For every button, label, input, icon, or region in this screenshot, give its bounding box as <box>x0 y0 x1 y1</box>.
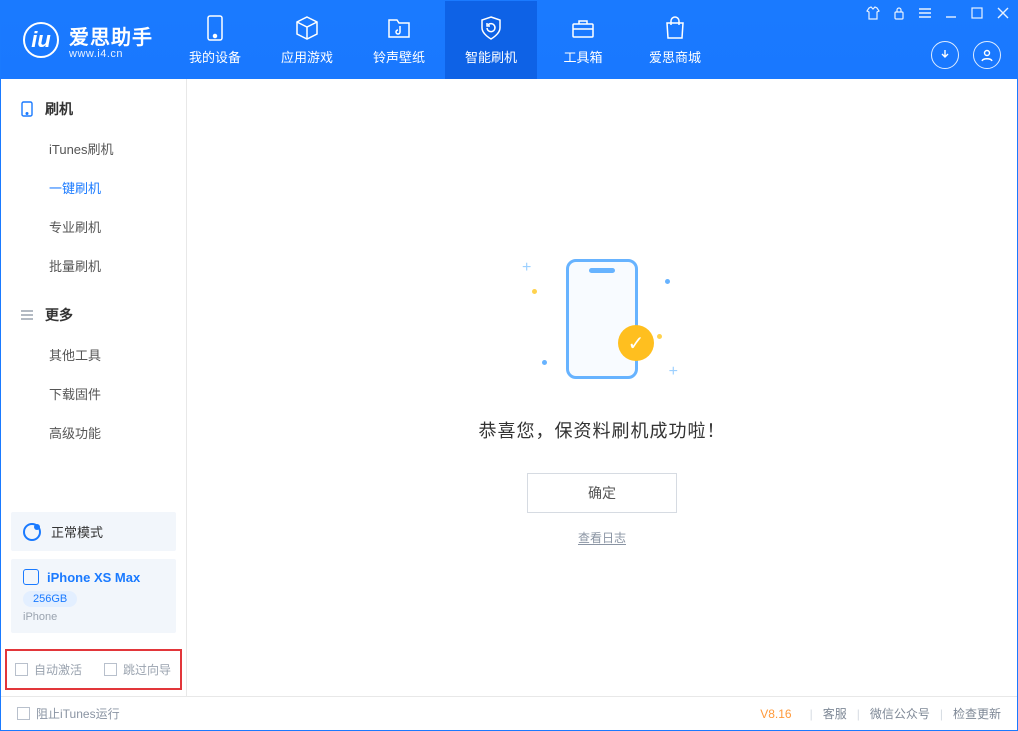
minimize-icon[interactable] <box>943 5 959 21</box>
check-icon: ✓ <box>618 325 654 361</box>
bag-icon <box>662 15 688 41</box>
app-logo: iu 爱思助手 www.i4.cn <box>1 21 169 60</box>
lock-icon[interactable] <box>891 5 907 21</box>
sidebar-group-more: 更多 <box>1 299 186 335</box>
main-content: ++ ✓ 恭喜您，保资料刷机成功啦！ 确定 查看日志 <box>187 79 1017 696</box>
nav-label: 应用游戏 <box>281 47 333 66</box>
view-log-link[interactable]: 查看日志 <box>578 529 626 546</box>
device-icon <box>202 15 228 41</box>
shield-refresh-icon <box>478 15 504 41</box>
auto-activate-checkbox[interactable]: 自动激活 <box>15 661 82 678</box>
sidebar-list-more: 其他工具 下载固件 高级功能 <box>1 335 186 452</box>
checkbox-label: 阻止iTunes运行 <box>36 705 120 722</box>
nav-flash[interactable]: 智能刷机 <box>445 1 537 79</box>
body: 刷机 iTunes刷机 一键刷机 专业刷机 批量刷机 更多 其他工具 下载固件 … <box>1 79 1017 696</box>
confirm-button[interactable]: 确定 <box>527 473 677 513</box>
header: iu 爱思助手 www.i4.cn 我的设备 应用游戏 铃声壁纸 智能刷机 <box>1 1 1017 79</box>
app-subtitle: www.i4.cn <box>69 48 153 60</box>
sidebar-bottom: 正常模式 iPhone XS Max 256GB iPhone <box>1 506 186 647</box>
nav-label: 我的设备 <box>189 47 241 66</box>
logo-icon: iu <box>23 22 59 58</box>
footer-link-support[interactable]: 客服 <box>823 705 847 722</box>
sidebar-item-batch-flash[interactable]: 批量刷机 <box>1 246 186 285</box>
checkbox-label: 自动激活 <box>34 661 82 678</box>
download-button[interactable] <box>931 41 959 69</box>
options-highlight: 自动激活 跳过向导 <box>5 649 182 690</box>
sidebar-group-title: 刷机 <box>45 99 73 119</box>
shirt-icon[interactable] <box>865 5 881 21</box>
phone-icon <box>19 101 35 117</box>
nav-toolbox[interactable]: 工具箱 <box>537 1 629 79</box>
window-controls <box>865 5 1011 21</box>
checkbox-icon <box>104 663 117 676</box>
nav-label: 铃声壁纸 <box>373 47 425 66</box>
nav-label: 爱思商城 <box>649 47 701 66</box>
nav-label: 工具箱 <box>563 47 602 66</box>
cube-icon <box>294 15 320 41</box>
sidebar-group-title: 更多 <box>45 305 73 325</box>
maximize-icon[interactable] <box>969 5 985 21</box>
mode-label: 正常模式 <box>51 522 103 541</box>
sidebar-item-oneclick-flash[interactable]: 一键刷机 <box>1 168 186 207</box>
sidebar-item-download-firmware[interactable]: 下载固件 <box>1 374 186 413</box>
footer: 阻止iTunes运行 V8.16 | 客服 | 微信公众号 | 检查更新 <box>1 696 1017 730</box>
app-title: 爱思助手 <box>69 21 153 50</box>
checkbox-icon <box>17 707 30 720</box>
mode-card[interactable]: 正常模式 <box>11 512 176 551</box>
sidebar-item-other-tools[interactable]: 其他工具 <box>1 335 186 374</box>
sidebar-item-advanced[interactable]: 高级功能 <box>1 413 186 452</box>
user-button[interactable] <box>973 41 1001 69</box>
toolbox-icon <box>570 15 596 41</box>
checkbox-label: 跳过向导 <box>123 661 171 678</box>
success-message: 恭喜您，保资料刷机成功啦！ <box>479 417 726 443</box>
checkbox-icon <box>15 663 28 676</box>
footer-link-update[interactable]: 检查更新 <box>953 705 1001 722</box>
success-illustration: ++ ✓ <box>512 249 692 389</box>
nav-store[interactable]: 爱思商城 <box>629 1 721 79</box>
sidebar-item-itunes-flash[interactable]: iTunes刷机 <box>1 129 186 168</box>
header-actions <box>931 41 1001 69</box>
nav-apps-games[interactable]: 应用游戏 <box>261 1 353 79</box>
sidebar-group-flash: 刷机 <box>1 93 186 129</box>
mode-icon <box>23 523 41 541</box>
nav-ringtones[interactable]: 铃声壁纸 <box>353 1 445 79</box>
skip-guide-checkbox[interactable]: 跳过向导 <box>104 661 171 678</box>
footer-link-wechat[interactable]: 微信公众号 <box>870 705 930 722</box>
list-icon <box>19 307 35 323</box>
footer-right: V8.16 | 客服 | 微信公众号 | 检查更新 <box>760 705 1001 722</box>
phone-icon <box>566 259 638 379</box>
storage-badge: 256GB <box>23 591 77 607</box>
close-icon[interactable] <box>995 5 1011 21</box>
app-window: iu 爱思助手 www.i4.cn 我的设备 应用游戏 铃声壁纸 智能刷机 <box>0 0 1018 731</box>
device-name: iPhone XS Max <box>47 570 140 585</box>
device-card[interactable]: iPhone XS Max 256GB iPhone <box>11 559 176 633</box>
music-folder-icon <box>386 15 412 41</box>
nav-my-device[interactable]: 我的设备 <box>169 1 261 79</box>
sidebar: 刷机 iTunes刷机 一键刷机 专业刷机 批量刷机 更多 其他工具 下载固件 … <box>1 79 187 696</box>
version-label: V8.16 <box>760 707 791 721</box>
sidebar-item-pro-flash[interactable]: 专业刷机 <box>1 207 186 246</box>
menu-icon[interactable] <box>917 5 933 21</box>
sidebar-list-flash: iTunes刷机 一键刷机 专业刷机 批量刷机 <box>1 129 186 285</box>
main-nav: 我的设备 应用游戏 铃声壁纸 智能刷机 工具箱 爱思商城 <box>169 1 721 79</box>
nav-label: 智能刷机 <box>465 47 517 66</box>
device-icon <box>23 569 39 585</box>
device-type: iPhone <box>23 611 164 623</box>
block-itunes-checkbox[interactable]: 阻止iTunes运行 <box>17 705 120 722</box>
